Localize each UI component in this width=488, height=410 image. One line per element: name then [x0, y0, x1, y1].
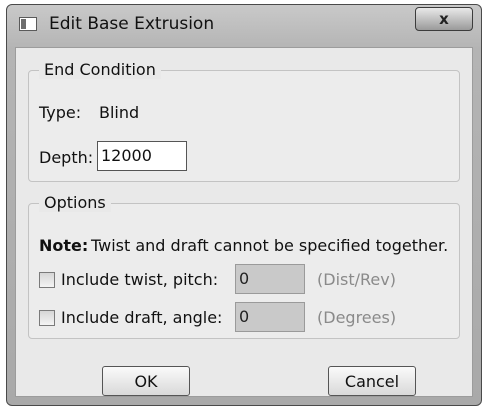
end-condition-group: End Condition Type: Blind Depth: 12000 [28, 60, 460, 182]
ok-button[interactable]: OK [102, 366, 190, 396]
dialog-window: Edit Base Extrusion x End Condition Type… [6, 4, 482, 406]
note-text: Twist and draft cannot be specified toge… [91, 236, 449, 255]
note-label: Note: [39, 236, 89, 255]
draft-unit-label: (Degrees) [317, 308, 397, 327]
options-group: Options Note: Twist and draft cannot be … [28, 193, 460, 339]
draft-angle-input[interactable]: 0 [235, 302, 305, 332]
dialog-title: Edit Base Extrusion [49, 14, 215, 34]
depth-label: Depth: [39, 148, 94, 167]
twist-pitch-input[interactable]: 0 [235, 264, 305, 294]
title-bar[interactable]: Edit Base Extrusion x [7, 5, 481, 47]
include-draft-checkbox[interactable] [39, 310, 55, 326]
type-label: Type: [39, 103, 82, 122]
include-twist-checkbox[interactable] [39, 272, 55, 288]
cancel-button[interactable]: Cancel [328, 366, 416, 396]
type-value: Blind [99, 103, 140, 122]
include-draft-label[interactable]: Include draft, angle: [61, 308, 222, 327]
include-twist-label[interactable]: Include twist, pitch: [61, 270, 218, 289]
options-legend: Options [39, 193, 111, 212]
close-button[interactable]: x [415, 7, 473, 31]
end-condition-legend: End Condition [39, 60, 161, 79]
dialog-body: End Condition Type: Blind Depth: 12000 O… [15, 47, 473, 397]
twist-unit-label: (Dist/Rev) [317, 270, 396, 289]
window-icon [19, 17, 37, 31]
depth-input[interactable]: 12000 [97, 141, 187, 171]
